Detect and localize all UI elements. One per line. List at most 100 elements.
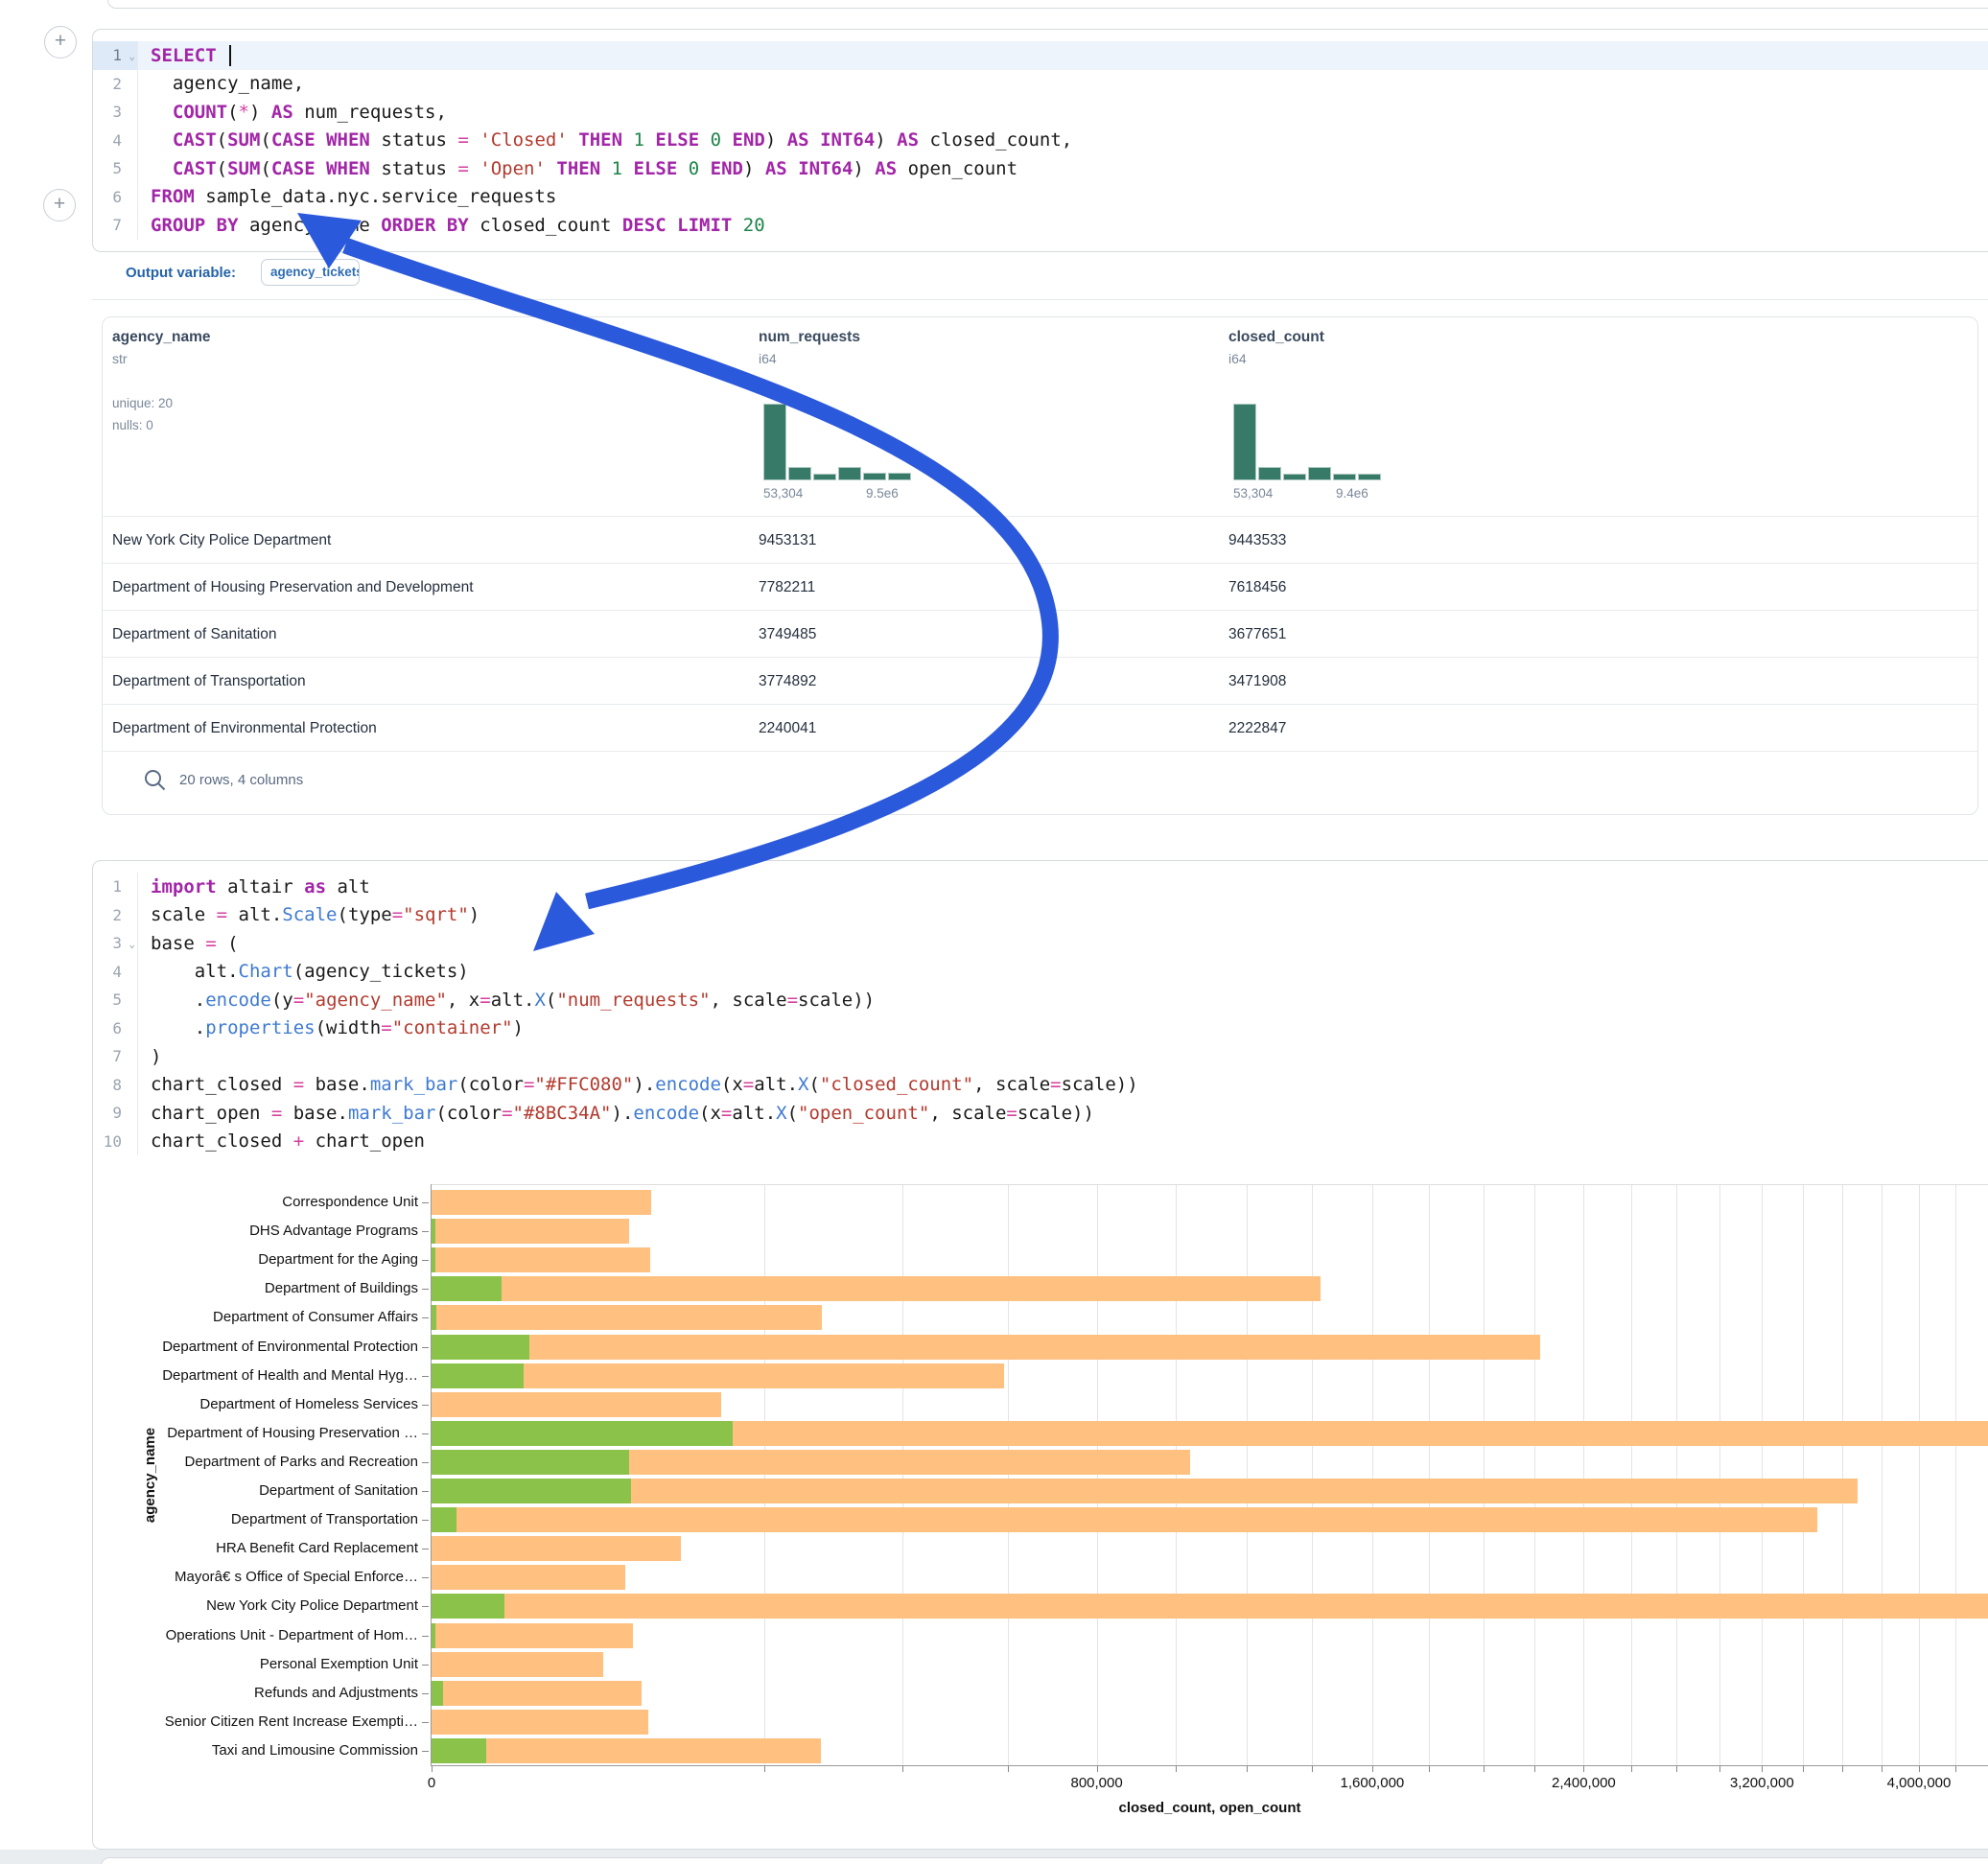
bar-closed_count [432,1565,625,1590]
add-cell-button-middle[interactable]: + [43,189,76,221]
histogram-min-label: 53,304 [1233,486,1273,501]
code-line[interactable]: 4 alt.Chart(agency_tickets) [93,958,1988,987]
histogram-max-label: 9.4e6 [1336,486,1368,501]
code-line[interactable]: 2scale = alt.Scale(type="sqrt") [93,901,1988,930]
code-text: COUNT(*) AS num_requests, [137,98,1988,127]
code-text: CAST(SUM(CASE WHEN status = 'Closed' THE… [137,127,1988,155]
x-axis-tick [1955,1766,1956,1772]
sql-code-editor[interactable]: 1⌄SELECT 2 agency_name,3 COUNT(*) AS num… [93,41,1988,240]
x-axis-title: closed_count, open_count [432,1800,1988,1816]
bar-closed_count [432,1479,1858,1503]
code-line[interactable]: 5 CAST(SUM(CASE WHEN status = 'Open' THE… [93,154,1988,183]
line-number: 1 [93,873,137,901]
x-axis-tick [1312,1766,1313,1772]
code-text: FROM sample_data.nyc.service_requests [137,183,1988,212]
search-icon[interactable] [143,768,168,793]
column-header[interactable]: agency_name [112,329,211,346]
code-text: .encode(y="agency_name", x=alt.X("num_re… [137,986,1988,1014]
y-axis-tick [422,1202,429,1203]
x-axis-line [432,1765,1988,1766]
bar-open_count [432,1247,435,1272]
code-line[interactable]: 6FROM sample_data.nyc.service_requests [93,183,1988,212]
code-line[interactable]: 10chart_closed + chart_open [93,1128,1988,1156]
y-axis-tick [422,1606,429,1607]
code-text: CAST(SUM(CASE WHEN status = 'Open' THEN … [137,154,1988,183]
bar-open_count [432,1623,435,1648]
code-line[interactable]: 1import altair as alt [93,873,1988,901]
table-cell: Department of Transportation [112,658,306,705]
x-axis-tick [1919,1766,1920,1772]
y-axis-label: Personal Exemption Unit [0,1652,418,1677]
line-number: 6 [93,183,137,212]
y-axis-label: Department of Environmental Protection [0,1335,418,1360]
column-stat: nulls: 0 [112,418,153,432]
table-row: Department of Transportation377489234719… [103,657,1977,705]
line-number: 3⌄ [93,929,137,958]
y-axis-tick [422,1520,429,1521]
code-line[interactable]: 4 CAST(SUM(CASE WHEN status = 'Closed' T… [93,127,1988,155]
code-text: base = ( [137,929,1988,958]
code-line[interactable]: 3⌄base = ( [93,929,1988,958]
x-axis-tick-label: 2,400,000 [1552,1775,1616,1791]
x-axis-tick [1803,1766,1804,1772]
y-axis-label: Department of Housing Preservation … [0,1421,418,1446]
code-line[interactable]: 1⌄SELECT [93,41,1988,70]
line-number: 7 [93,211,137,240]
code-text: agency_name, [137,70,1988,99]
y-axis-label: Mayorâ€ s Office of Special Enforce… [0,1565,418,1590]
code-line[interactable]: 5 .encode(y="agency_name", x=alt.X("num_… [93,986,1988,1014]
y-axis-label: New York City Police Department [0,1594,418,1619]
bar-open_count [432,1421,733,1446]
y-axis-label: HRA Benefit Card Replacement [0,1536,418,1561]
bar-closed_count [432,1536,681,1561]
x-axis-tick [1631,1766,1632,1772]
y-axis-tick [422,1347,429,1348]
bar-open_count [432,1363,524,1388]
y-axis-title: agency_name [136,1184,165,1765]
bar-closed_count [432,1247,650,1272]
x-axis-tick [1882,1766,1883,1772]
x-axis-tick [1842,1766,1843,1772]
table-cell: 2222847 [1228,705,1286,752]
bar-closed_count [432,1305,822,1330]
bar-closed_count [432,1623,633,1648]
fold-chevron-icon[interactable]: ⌄ [129,50,135,62]
code-line[interactable]: 3 COUNT(*) AS num_requests, [93,98,1988,127]
column-header[interactable]: num_requests [759,329,860,346]
x-axis-tick [1676,1766,1677,1772]
table-cell: Department of Environmental Protection [112,705,377,752]
bar-closed_count [432,1392,721,1417]
code-line[interactable]: 6 .properties(width="container") [93,1014,1988,1043]
python-code-editor[interactable]: 1import altair as alt2scale = alt.Scale(… [93,873,1988,1155]
add-cell-button-top[interactable]: + [44,26,77,58]
table-row: Department of Housing Preservation and D… [103,563,1977,611]
output-variable-chip[interactable]: agency_tickets [261,259,360,286]
y-axis-tick [422,1722,429,1723]
bar-closed_count [432,1276,1321,1301]
y-axis-label: Refunds and Adjustments [0,1681,418,1706]
bar-open_count [432,1450,629,1475]
y-axis-tick [422,1317,429,1318]
bar-chart-output: Correspondence UnitDHS Advantage Program… [0,1184,1988,1836]
code-text: chart_closed = base.mark_bar(color="#FFC… [137,1071,1988,1100]
line-number: 4 [93,127,137,155]
x-axis-tick [764,1766,765,1772]
code-line[interactable]: 7) [93,1042,1988,1071]
x-axis-tick [1534,1766,1535,1772]
row-count-label: 20 rows, 4 columns [179,772,303,788]
column-header[interactable]: closed_count [1228,329,1324,346]
x-axis-tick [1008,1766,1009,1772]
code-line[interactable]: 8chart_closed = base.mark_bar(color="#FF… [93,1071,1988,1100]
y-axis-label: Senior Citizen Rent Increase Exempti… [0,1710,418,1735]
code-text: GROUP BY agency_name ORDER BY closed_cou… [137,211,1988,240]
fold-chevron-icon[interactable]: ⌄ [129,938,135,950]
code-line[interactable]: 2 agency_name, [93,70,1988,99]
y-axis-label: DHS Advantage Programs [0,1219,418,1244]
y-axis-label: Department of Consumer Affairs [0,1305,418,1330]
y-axis-label: Taxi and Limousine Commission [0,1738,418,1763]
code-line[interactable]: 9chart_open = base.mark_bar(color="#8BC3… [93,1099,1988,1128]
code-line[interactable]: 7GROUP BY agency_name ORDER BY closed_co… [93,211,1988,240]
column-stat: unique: 20 [112,396,173,410]
y-axis-tick [422,1491,429,1492]
x-axis-tick [1176,1766,1177,1772]
